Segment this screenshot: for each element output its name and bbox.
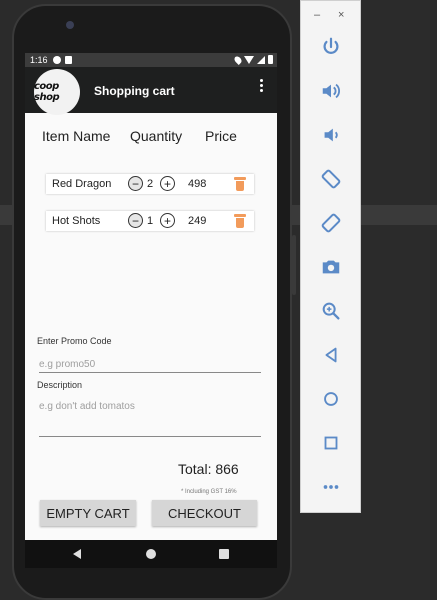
zoom-icon[interactable] [317,298,345,324]
cart-item-row: Hot Shots − 1 + 249 [46,211,254,231]
checkout-button[interactable]: CHECKOUT [152,500,257,526]
increase-quantity-button[interactable]: + [160,176,175,191]
minimize-button[interactable]: – [314,9,320,21]
recents-icon[interactable] [219,549,229,559]
app-title: Shopping cart [94,84,175,98]
item-price: 498 [188,178,207,190]
decrease-quantity-button[interactable]: − [128,176,143,191]
location-icon [233,54,243,65]
volume-down-icon[interactable] [317,122,345,148]
rotate-right-icon[interactable] [317,210,345,236]
notification-icon [53,56,61,64]
app-logo: coop shop [34,69,80,115]
front-camera [66,21,74,29]
logo-text: coop shop [34,81,60,103]
power-icon[interactable] [317,34,345,60]
cart-item-row: Red Dragon − 2 + 498 [46,174,254,194]
signal-icon [257,55,265,64]
battery-icon [268,55,273,64]
item-price: 249 [188,215,207,227]
description-input[interactable] [39,398,261,437]
increase-quantity-button[interactable]: + [160,213,175,228]
volume-up-icon[interactable] [317,78,345,104]
column-item-name: Item Name [42,128,111,144]
cart-total: Total: 866 [178,461,239,477]
item-quantity: 1 [147,215,154,227]
phone-side-button [292,235,296,295]
sim-icon [65,56,72,64]
close-button[interactable]: × [338,9,344,21]
column-quantity: Quantity [130,128,183,144]
wifi-icon [244,55,254,64]
trash-icon[interactable] [234,176,246,191]
status-time: 1:16 [30,55,48,65]
home-icon[interactable] [146,549,156,559]
decrease-quantity-button[interactable]: − [128,213,143,228]
trash-icon[interactable] [234,213,246,228]
item-name: Hot Shots [52,215,101,227]
back-triangle-icon[interactable] [317,342,345,368]
promo-code-label: Enter Promo Code [37,336,112,346]
status-bar: 1:16 [25,53,277,67]
android-nav-bar [25,540,277,568]
more-icon[interactable] [317,474,345,500]
app-screen: 1:16 coop shop Shopping cart Item Name Q… [25,53,277,540]
promo-code-input[interactable] [39,356,261,373]
gst-note: * Including GST 16% [181,489,237,495]
empty-cart-button[interactable]: EMPTY CART [40,500,136,526]
item-name: Red Dragon [52,178,112,190]
overview-square-icon[interactable] [317,430,345,456]
app-bar: coop shop Shopping cart [25,67,277,115]
camera-icon[interactable] [317,254,345,280]
back-icon[interactable] [73,549,81,559]
column-price: Price [205,128,237,144]
home-circle-icon[interactable] [317,386,345,412]
overflow-menu-icon[interactable] [260,79,264,93]
description-label: Description [37,380,83,390]
rotate-left-icon[interactable] [317,166,345,192]
emulator-toolbar: – × [300,0,361,513]
item-quantity: 2 [147,178,154,190]
